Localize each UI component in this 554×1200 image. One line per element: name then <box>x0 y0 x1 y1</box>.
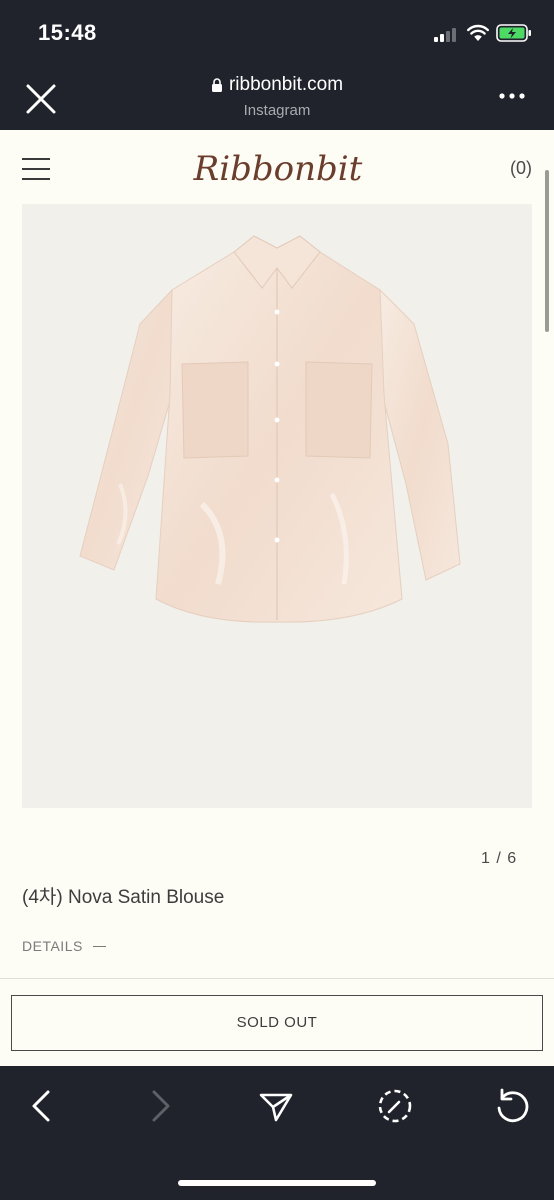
status-bar: 15:48 <box>0 0 554 66</box>
reload-icon[interactable] <box>492 1086 532 1126</box>
blouse-illustration <box>79 235 461 623</box>
share-icon[interactable] <box>256 1086 296 1126</box>
browser-toolbar <box>0 1066 554 1200</box>
battery-icon <box>496 24 531 42</box>
collapse-icon <box>92 945 106 947</box>
signal-icon <box>434 26 460 42</box>
cart-count[interactable]: (0) <box>510 158 532 179</box>
web-page: Ribbonbit (0) 1 / 6 (4차) Nova Satin Blou… <box>0 130 554 1066</box>
url-area[interactable]: ribbonbit.com Instagram <box>0 74 554 119</box>
image-counter: 1 / 6 <box>481 850 518 867</box>
wifi-icon <box>467 24 489 41</box>
lock-icon <box>211 78 222 92</box>
compass-icon[interactable] <box>375 1086 415 1126</box>
details-label: DETAILS <box>22 938 83 954</box>
menu-icon[interactable] <box>22 158 50 180</box>
sold-out-button[interactable]: SOLD OUT <box>11 995 543 1051</box>
status-time: 15:48 <box>38 20 97 45</box>
forward-icon[interactable] <box>140 1086 180 1126</box>
product-title: (4차) Nova Satin Blouse <box>22 887 225 908</box>
more-icon[interactable] <box>498 92 526 100</box>
browser-header: ribbonbit.com Instagram <box>0 66 554 130</box>
home-indicator <box>178 1180 376 1186</box>
url-source: Instagram <box>243 102 311 119</box>
brand-logo[interactable]: Ribbonbit <box>188 138 368 198</box>
scrollbar[interactable] <box>545 170 549 332</box>
svg-text:Ribbonbit: Ribbonbit <box>193 149 363 189</box>
purchase-bar: SOLD OUT <box>0 978 554 1066</box>
back-icon[interactable] <box>22 1086 62 1126</box>
url-text: ribbonbit.com <box>228 74 344 95</box>
details-toggle[interactable]: DETAILS <box>22 938 106 954</box>
product-image[interactable]: 1 / 6 <box>22 204 532 867</box>
